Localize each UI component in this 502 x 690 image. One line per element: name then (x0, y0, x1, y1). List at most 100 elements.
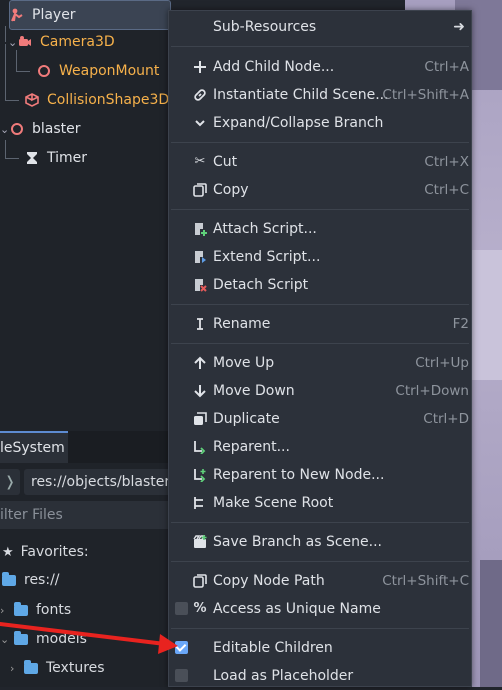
menu-item-shortcut: Ctrl+X (424, 154, 469, 170)
menu-item-label: Move Down (213, 383, 295, 399)
menu-item-make-scene-root[interactable]: Make Scene Root (169, 489, 471, 517)
link-icon (193, 88, 207, 102)
scene-root-icon (193, 496, 207, 510)
nav-forward-icon[interactable]: ❭ (0, 469, 20, 495)
context-menu: Sub-Resources ➜ Add Child Node... Ctrl+A… (168, 10, 472, 687)
chevron-right-icon: ➜ (453, 19, 465, 35)
arrow-up-icon (193, 356, 207, 370)
menu-separator (171, 142, 469, 143)
camera-icon (18, 35, 32, 49)
menu-item-save-branch-as-scene[interactable]: Save Branch as Scene... (169, 528, 471, 556)
menu-item-label: Extend Script... (213, 249, 321, 265)
tree-guide-line (5, 100, 19, 101)
tree-node-label: WeaponMount (59, 63, 160, 79)
menu-separator (171, 304, 469, 305)
menu-item-sub-resources[interactable]: Sub-Resources ➜ (169, 13, 471, 41)
menu-item-shortcut: Ctrl+Shift+C (382, 573, 469, 589)
menu-item-label: Add Child Node... (213, 59, 335, 75)
menu-item-editable-children[interactable]: Editable Children (169, 634, 471, 662)
menu-separator (171, 561, 469, 562)
chevron-down-icon (193, 116, 207, 130)
tree-node-label: blaster (32, 121, 81, 137)
menu-item-attach-script[interactable]: Attach Script... (169, 215, 471, 243)
tree-node-blaster[interactable]: ⌄ blaster (0, 115, 81, 143)
menu-item-reparent[interactable]: Reparent... (169, 433, 471, 461)
menu-item-label: Reparent to New Node... (213, 467, 385, 483)
menu-item-load-as-placeholder[interactable]: Load as Placeholder (169, 662, 471, 690)
menu-item-shortcut: Ctrl+Shift+A (382, 87, 469, 103)
menu-separator (171, 46, 469, 47)
copy-path-icon (193, 574, 207, 588)
menu-item-label: Make Scene Root (213, 495, 334, 511)
menu-item-expand-collapse[interactable]: Expand/Collapse Branch (169, 109, 471, 137)
character-body-icon (10, 8, 24, 22)
save-branch-icon (193, 535, 207, 549)
menu-item-cut[interactable]: ✂ Cut Ctrl+X (169, 148, 471, 176)
tree-node-player[interactable]: Player (9, 0, 171, 30)
copy-icon (193, 183, 207, 197)
star-icon: ★ (2, 544, 14, 560)
menu-item-label: Rename (213, 316, 271, 332)
percent-icon: % (193, 601, 207, 616)
folder-label: Textures (46, 660, 105, 676)
folder-res[interactable]: res:// (2, 566, 60, 594)
tree-node-camera3d[interactable]: ⌄ Camera3D (8, 28, 115, 56)
menu-item-instantiate-child-scene[interactable]: Instantiate Child Scene... Ctrl+Shift+A (169, 81, 471, 109)
path-input[interactable]: res://objects/blaster.t (24, 469, 181, 495)
rename-icon (193, 317, 207, 331)
scissors-icon: ✂ (194, 154, 206, 169)
menu-item-copy[interactable]: Copy Ctrl+C (169, 176, 471, 204)
arrow-down-icon (193, 384, 207, 398)
viewport-geometry (480, 560, 502, 687)
folder-icon (24, 659, 38, 674)
menu-separator (171, 522, 469, 523)
menu-item-label: Move Up (213, 355, 275, 371)
menu-item-label: Duplicate (213, 411, 280, 427)
favorites-header[interactable]: ★ Favorites: (2, 538, 89, 566)
menu-item-label: Load as Placeholder (213, 668, 354, 684)
filter-files-input[interactable]: ilter Files (0, 501, 168, 529)
annotation-arrow (0, 622, 178, 654)
chevron-down-icon[interactable]: ⌄ (8, 36, 18, 49)
menu-item-label: Detach Script (213, 277, 309, 293)
menu-separator (171, 209, 469, 210)
menu-item-label: Sub-Resources (213, 19, 317, 35)
menu-item-detach-script[interactable]: Detach Script (169, 271, 471, 299)
menu-item-extend-script[interactable]: Extend Script... (169, 243, 471, 271)
menu-item-copy-node-path[interactable]: Copy Node Path Ctrl+Shift+C (169, 567, 471, 595)
menu-item-rename[interactable]: Rename F2 (169, 310, 471, 338)
menu-item-duplicate[interactable]: Duplicate Ctrl+D (169, 405, 471, 433)
menu-item-shortcut: Ctrl+D (423, 411, 469, 427)
menu-item-reparent-to-new-node[interactable]: Reparent to New Node... (169, 461, 471, 489)
menu-item-label: Cut (213, 154, 238, 170)
chevron-right-icon[interactable]: › (10, 662, 24, 675)
tree-node-label: Timer (47, 150, 88, 166)
viewport-geometry (470, 250, 502, 380)
path-bar: ❭ res://objects/blaster.t (0, 465, 181, 499)
menu-item-move-down[interactable]: Move Down Ctrl+Down (169, 377, 471, 405)
tree-node-collisionshape3d[interactable]: CollisionShape3D (25, 86, 169, 114)
menu-item-add-child-node[interactable]: Add Child Node... Ctrl+A (169, 53, 471, 81)
scene-tree-panel: Player ⌄ Camera3D WeaponMount CollisionS… (0, 0, 171, 425)
chevron-down-icon[interactable]: ⌄ (0, 123, 10, 136)
folder-icon (2, 571, 16, 586)
reparent-icon (193, 440, 207, 455)
collision-shape-icon (25, 93, 39, 107)
menu-item-access-as-unique-name[interactable]: % Access as Unique Name (169, 595, 471, 623)
menu-separator (171, 343, 469, 344)
tree-node-label: Player (32, 7, 76, 23)
timer-icon (25, 151, 39, 165)
menu-item-label: Save Branch as Scene... (213, 534, 383, 550)
tree-node-timer[interactable]: Timer (25, 144, 87, 172)
duplicate-icon (193, 412, 207, 426)
menu-item-label: Attach Script... (213, 221, 317, 237)
script-remove-icon (193, 278, 207, 292)
load-as-placeholder-checkbox[interactable] (175, 669, 188, 682)
tree-node-weaponmount[interactable]: WeaponMount (37, 57, 159, 85)
menu-item-shortcut: Ctrl+Down (395, 383, 469, 399)
tree-guide-line (16, 71, 30, 72)
menu-item-move-up[interactable]: Move Up Ctrl+Up (169, 349, 471, 377)
tab-filesystem[interactable]: leSystem (0, 431, 68, 463)
node3d-icon (10, 122, 24, 136)
reparent-new-icon (193, 468, 207, 483)
